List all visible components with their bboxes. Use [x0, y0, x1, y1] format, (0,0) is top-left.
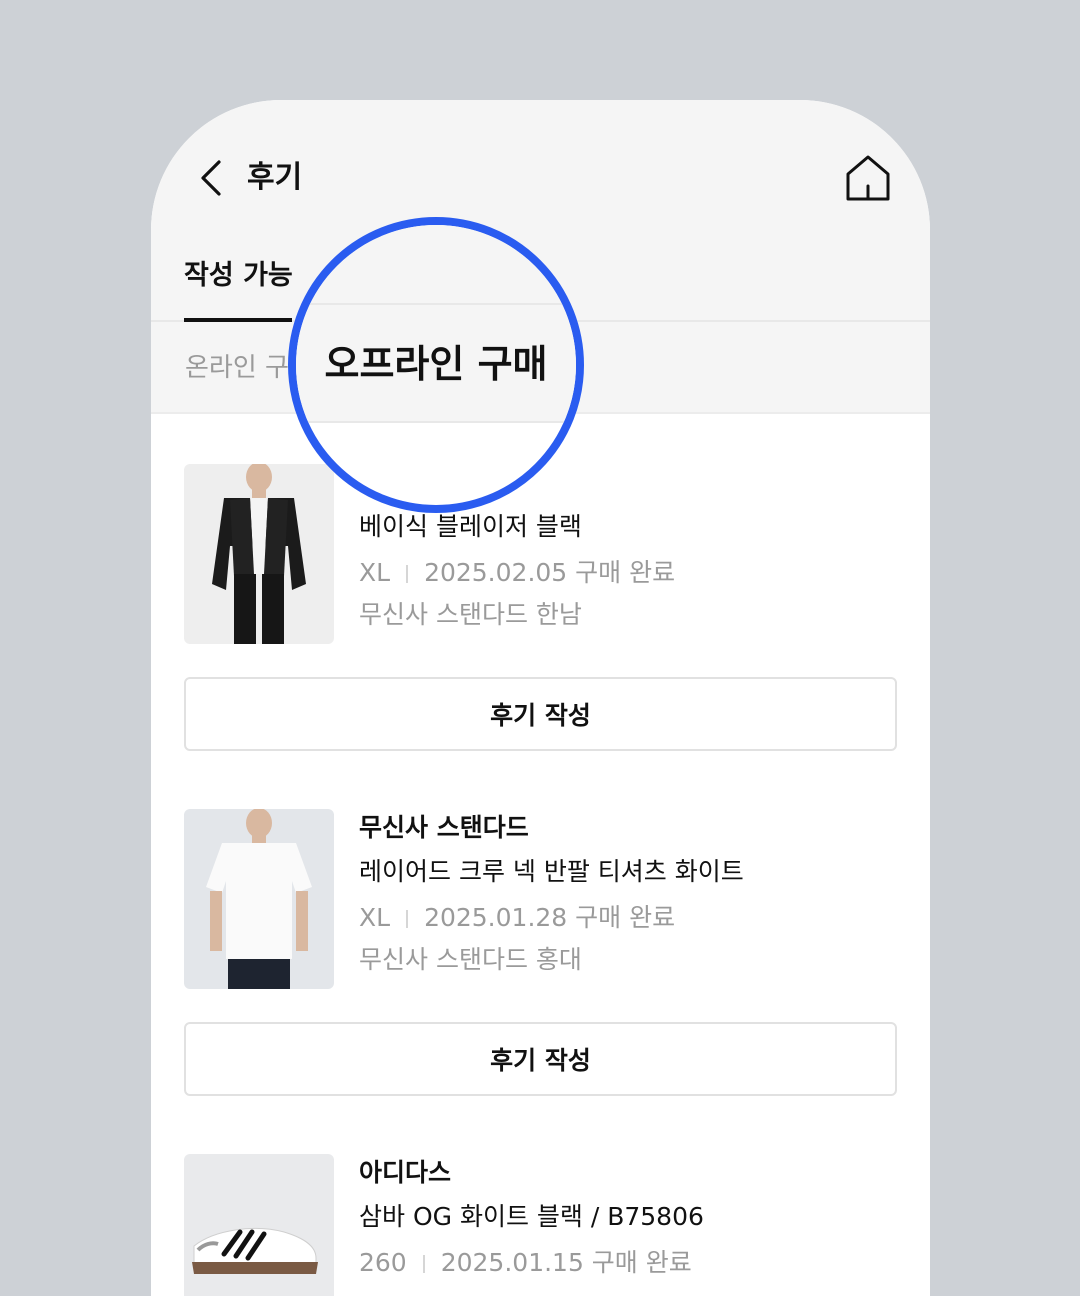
product-size: XL: [359, 558, 391, 587]
write-review-button[interactable]: 후기 작성: [184, 1022, 897, 1096]
product-size: XL: [359, 903, 391, 932]
store-name: 무신사 스탠다드 홍대: [359, 945, 582, 974]
product-size: 260: [359, 1248, 407, 1277]
product-image[interactable]: [184, 809, 334, 989]
purchase-date-status: 2025.01.15 구매 완료: [440, 1248, 692, 1277]
tab-writable[interactable]: 작성 가능: [184, 256, 293, 296]
chevron-left-icon: [201, 160, 221, 196]
product-info: 아디다스 삼바 OG 화이트 블랙 / B75806 260 2025.01.15…: [359, 1154, 704, 1286]
purchase-meta: XL 2025.01.28 구매 완료: [359, 899, 744, 941]
product-image[interactable]: [184, 464, 334, 644]
purchase-date-status: 2025.02.05 구매 완료: [424, 558, 676, 587]
subtab-online-purchase[interactable]: 온라인 구: [185, 348, 289, 388]
divider: [296, 421, 576, 423]
divider: [422, 1255, 425, 1273]
back-button[interactable]: [193, 158, 229, 198]
product-name: 베이식 블레이저 블랙: [359, 512, 582, 541]
home-button[interactable]: [845, 154, 891, 202]
subtab-offline-purchase[interactable]: 오프라인 구매: [325, 333, 548, 388]
product-name: 삼바 OG 화이트 블랙 / B75806: [359, 1202, 704, 1231]
product-info: 무신사 스탠다드 레이어드 크루 넥 반팔 티셔츠 화이트 XL 2025.01.…: [359, 809, 744, 979]
divider: [406, 565, 409, 583]
magnifier-background: [296, 225, 576, 421]
purchase-meta: XL 2025.02.05 구매 완료: [359, 554, 675, 596]
product-brand: 무신사 스탠다드: [359, 813, 529, 842]
divider: [296, 303, 576, 305]
home-icon: [846, 155, 890, 201]
write-review-button[interactable]: 후기 작성: [184, 677, 897, 751]
product-name: 레이어드 크루 넥 반팔 티셔츠 화이트: [359, 857, 744, 886]
divider: [406, 910, 409, 928]
purchase-date-status: 2025.01.28 구매 완료: [424, 903, 676, 932]
product-image[interactable]: [184, 1154, 334, 1296]
store-name: 무신사 스탠다드 한남: [359, 600, 582, 629]
top-bar: 후기: [151, 100, 930, 230]
product-brand: 아디다스: [359, 1158, 452, 1187]
purchase-meta: 260 2025.01.15 구매 완료: [359, 1244, 704, 1286]
magnifier-callout: 오프라인 구매: [288, 217, 584, 513]
page-title: 후기: [247, 160, 303, 195]
